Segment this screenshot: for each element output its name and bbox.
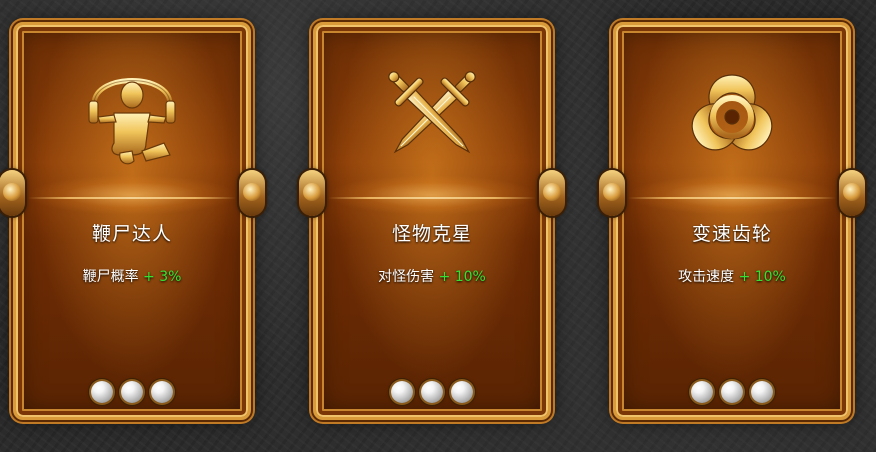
level-pip	[751, 381, 773, 403]
level-pip	[391, 381, 413, 403]
skill-title: 鞭尸达人	[91, 223, 172, 245]
card-ornament	[539, 170, 565, 216]
stat-bonus: + 10%	[438, 269, 486, 285]
card-ornament	[599, 170, 625, 216]
level-pip	[451, 381, 473, 403]
card-divider	[28, 197, 236, 199]
skill-stat: 攻击速度 + 10%	[616, 266, 848, 286]
stat-bonus: + 3%	[143, 269, 182, 285]
card-ornament	[299, 170, 325, 216]
card-flare	[26, 175, 238, 215]
skill-title: 怪物克星	[391, 223, 472, 245]
biohazard-icon	[691, 74, 773, 151]
skill-card-2[interactable]: 怪物克星 对怪伤害 + 10%	[299, 22, 565, 420]
card-ornament	[839, 170, 865, 216]
card-flare	[626, 175, 838, 215]
card-ornament	[0, 170, 25, 216]
skill-stat: 对怪伤害 + 10%	[316, 266, 548, 286]
skill-level-pips	[316, 381, 548, 403]
skill-card-1[interactable]: 鞭尸达人 鞭尸概率 + 3%	[0, 22, 265, 420]
jump-rope-icon	[88, 78, 176, 165]
level-pip	[91, 381, 113, 403]
card-divider	[328, 197, 536, 199]
stat-label: 鞭尸概率	[82, 269, 139, 285]
level-pip	[121, 381, 143, 403]
skill-level-pips	[16, 381, 248, 403]
card-ornament	[239, 170, 265, 216]
skill-level-pips	[616, 381, 848, 403]
stat-bonus: + 10%	[738, 269, 786, 285]
level-pip	[691, 381, 713, 403]
level-pip	[721, 381, 743, 403]
crossed-swords-icon	[388, 71, 476, 154]
skill-stat: 鞭尸概率 + 3%	[16, 266, 248, 286]
level-pip	[151, 381, 173, 403]
stat-label: 对怪伤害	[378, 269, 435, 285]
level-pip	[421, 381, 443, 403]
skill-title: 变速齿轮	[691, 223, 772, 245]
card-divider	[628, 197, 836, 199]
card-flare	[326, 175, 538, 215]
stat-label: 攻击速度	[678, 269, 735, 285]
skill-card-3[interactable]: 变速齿轮 攻击速度 + 10%	[599, 22, 865, 420]
